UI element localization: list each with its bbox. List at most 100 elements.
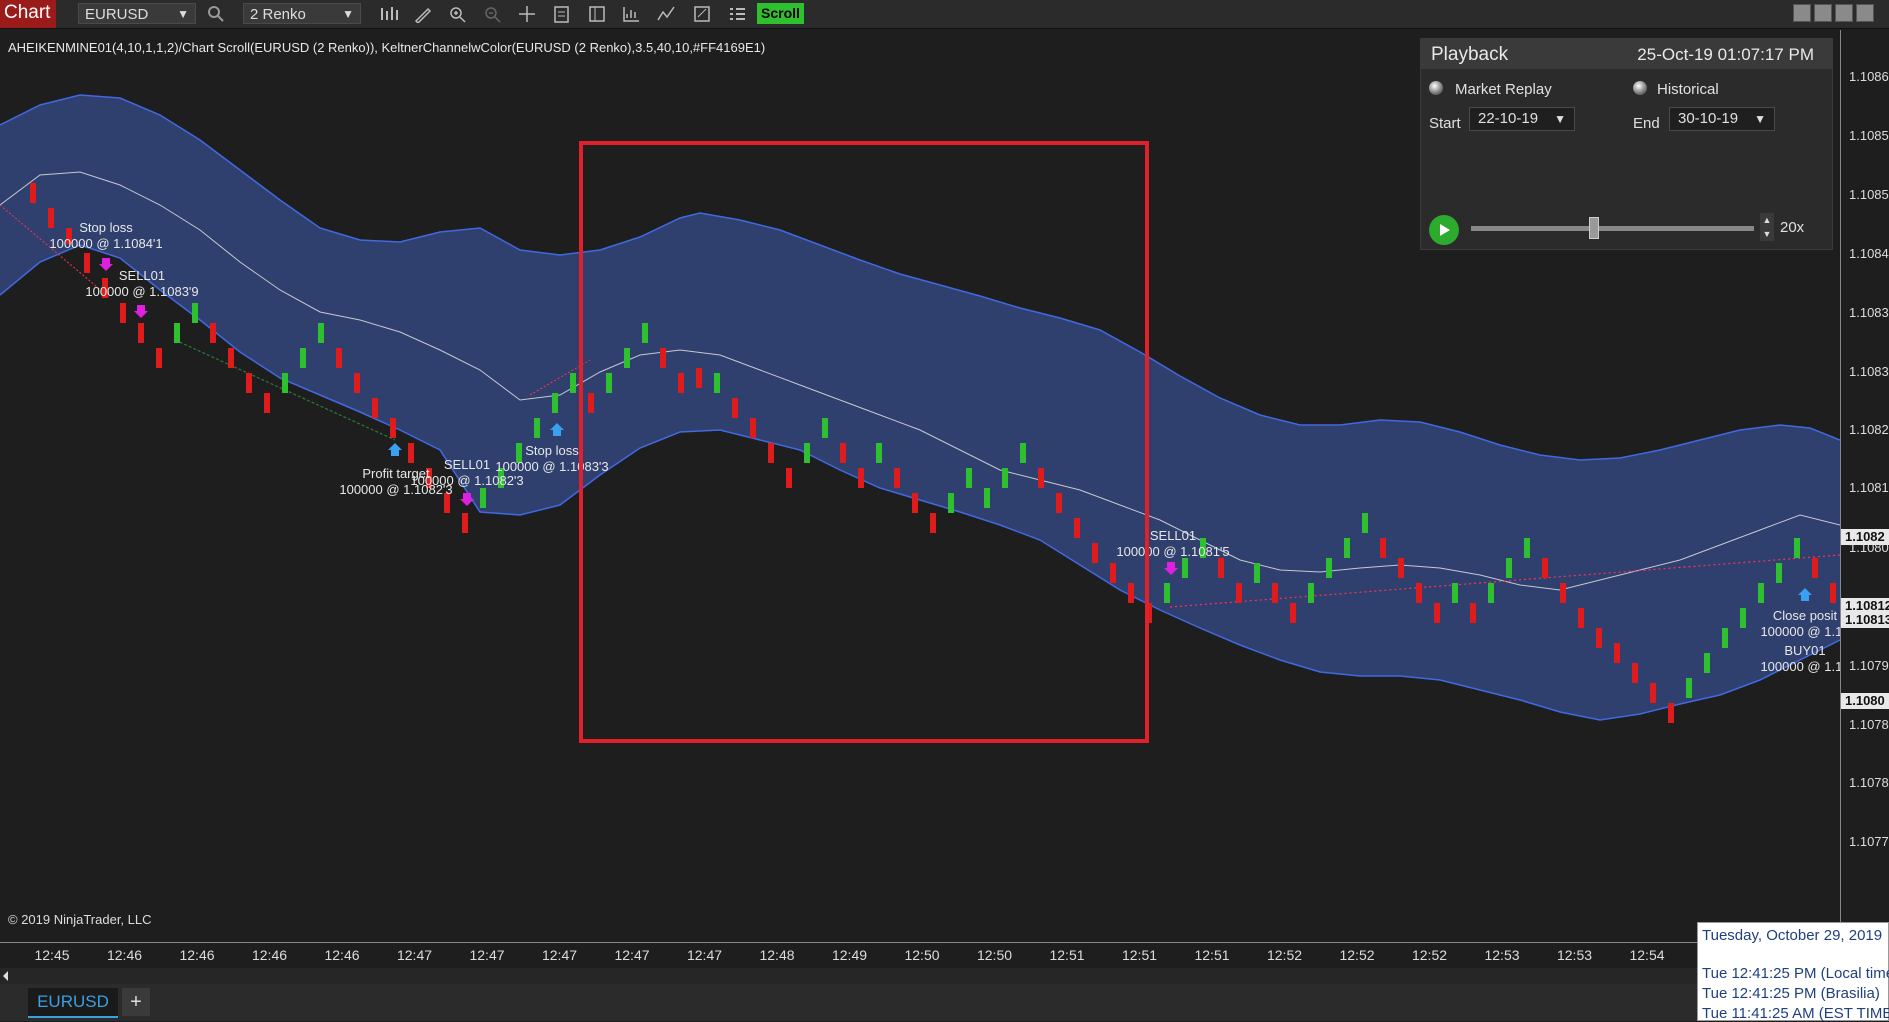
annotation-title: Stop loss [79,220,133,235]
strategies-icon[interactable] [655,3,677,25]
instrument-selector[interactable]: EURUSD ▼ [78,3,196,24]
current-price-tag: 1.1080 [1841,693,1889,709]
down-candle [84,253,90,273]
down-candle [1038,468,1044,488]
market-replay-label: Market Replay [1455,81,1552,98]
down-candle [264,393,270,413]
up-candle [876,443,882,463]
down-candle [930,513,936,533]
playback-panel: Playback 25-Oct-19 01:07:17 PM Market Re… [1420,38,1833,250]
tab-bar: EURUSD + [0,984,1889,1021]
maximize-button[interactable] [1856,4,1874,22]
down-candle [372,398,378,418]
up-candle [1020,443,1026,463]
horizontal-scrollbar[interactable] [0,968,1700,984]
window-restore-icon[interactable] [1814,4,1832,22]
market-replay-radio[interactable] [1429,81,1443,95]
annotation-title: SELL01 [444,457,490,472]
up-candle [1326,558,1332,578]
object-list-icon[interactable] [726,3,748,25]
scroll-toggle-button[interactable]: Scroll [757,3,804,24]
down-candle [1830,583,1836,603]
end-date-dropdown[interactable]: 30-10-19 ▼ [1669,107,1775,131]
window-tile-icon[interactable] [1793,4,1811,22]
templates-icon[interactable] [691,3,713,25]
down-candle [120,303,126,323]
historical-radio[interactable] [1633,81,1647,95]
annotation-detail: 100000 @ 1.1081'5 [1116,544,1229,559]
start-label: Start [1429,115,1461,132]
down-candle [48,208,54,228]
tooltip-line: Tue 12:41:25 PM (Local time) [1702,965,1889,982]
down-candle [1056,493,1062,513]
annotation-title: SELL01 [1150,528,1196,543]
time-label: 12:46 [179,947,215,963]
up-candle [1362,513,1368,533]
play-button[interactable] [1429,215,1459,245]
annotation-detail: 100000 @ 1.1083'3 [495,459,608,474]
time-label: 12:52 [1266,947,1303,963]
up-candle [1254,563,1260,583]
current-price-tag: 1.1082 [1841,529,1889,545]
up-candle [1182,558,1188,578]
time-label: 12:53 [1484,947,1520,963]
scroll-left-icon[interactable] [0,968,10,984]
down-candle [1470,603,1476,623]
bar-style-icon[interactable] [378,3,400,25]
start-date-dropdown[interactable]: 22-10-19 ▼ [1469,107,1575,131]
minimize-button[interactable] [1835,4,1853,22]
copyright-text: © 2019 NinjaTrader, LLC [8,912,152,927]
zoom-out-icon[interactable] [482,3,504,25]
down-candle [336,348,342,368]
down-candle [30,183,36,203]
playback-datetime: 25-Oct-19 01:07:17 PM [1637,45,1814,64]
time-axis[interactable]: 12:45 12:46 12:46 12:46 12:46 12:47 12:47 12:47… [0,942,1840,969]
up-candle [1776,563,1782,583]
time-label: 12:52 [1339,947,1375,963]
down-candle [462,513,468,533]
bar-type-selector[interactable]: 2 Renko ▼ [243,3,361,24]
down-candle [678,373,684,393]
price-label: 1.10865 [1849,69,1889,84]
indicator-label: AHEIKENMINE01(4,10,1,1,2)/Chart Scroll(E… [8,40,766,55]
down-candle [228,348,234,368]
down-candle [354,373,360,393]
chart-properties-icon[interactable] [586,3,608,25]
down-candle [1542,558,1548,578]
time-label: 12:48 [759,947,795,963]
playback-speed-slider[interactable] [1471,226,1754,231]
search-icon[interactable] [205,3,227,25]
data-box-icon[interactable] [551,3,573,25]
down-candle [156,348,162,368]
up-candle [1722,628,1728,648]
draw-tool-icon[interactable] [412,3,434,25]
up-candle [1704,653,1710,673]
time-label: 12:47 [469,947,505,963]
down-candle [912,493,918,513]
time-label: 12:54 [1629,947,1665,963]
sell-arrow-icon [99,258,113,271]
down-candle [1632,663,1638,683]
price-axis[interactable]: 1.10865 1.10858 1.10851 1.10844 1.10837 1.108… [1840,30,1889,942]
crosshair-icon[interactable] [516,3,538,25]
up-candle [1344,538,1350,558]
up-candle [174,323,180,343]
add-tab-button[interactable]: + [122,988,150,1016]
end-label: End [1633,115,1660,132]
price-label: 1.10795 [1849,658,1889,673]
speed-spinner[interactable]: ▲ ▼ [1760,213,1774,241]
annotation-detail: 100000 @ 1.1082'3 [410,473,523,488]
up-candle [534,418,540,438]
price-label: 1.10858 [1849,128,1889,143]
indicators-icon[interactable] [620,3,642,25]
up-candle [714,373,720,393]
zoom-in-icon[interactable] [447,3,469,25]
up-candle [1506,558,1512,578]
tab-eurusd[interactable]: EURUSD [28,988,118,1018]
up-candle [318,323,324,343]
up-candle [606,373,612,393]
price-label: 1.10830 [1849,364,1889,379]
slider-thumb[interactable] [1589,217,1599,239]
up-candle [1524,538,1530,558]
price-label: 1.10816 [1849,480,1889,495]
